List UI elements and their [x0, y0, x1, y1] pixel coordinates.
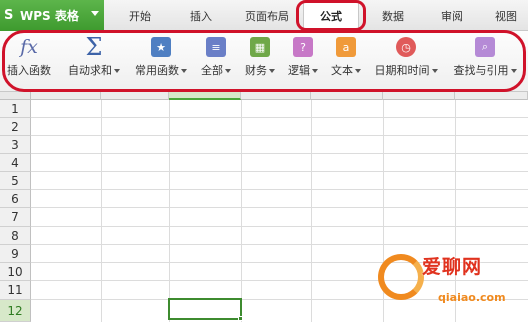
chevron-down-icon	[355, 69, 361, 73]
chevron-down-icon	[114, 69, 120, 73]
column-header-selected[interactable]	[169, 92, 241, 100]
fill-handle[interactable]	[238, 316, 243, 321]
all-functions-label: 全部	[201, 64, 223, 77]
common-functions-label: 常用函数	[135, 64, 179, 77]
row-header[interactable]: 9	[0, 245, 31, 263]
financial-functions-button[interactable]: ▦ 财务	[240, 31, 280, 87]
row-header-selected[interactable]: 12	[0, 300, 31, 322]
tab-formulas[interactable]: 公式	[303, 0, 359, 32]
column-header[interactable]	[241, 92, 311, 100]
lookup-label: 查找与引用	[453, 64, 509, 77]
star-book-icon: ★	[151, 37, 171, 57]
watermark-site-name: 爱聊网	[422, 256, 483, 278]
sigma-icon: Σ	[85, 33, 103, 61]
app-menu-dropdown-icon	[91, 11, 99, 16]
column-header-bar	[31, 92, 528, 100]
chevron-down-icon	[181, 69, 187, 73]
row-header[interactable]: 11	[0, 281, 31, 300]
watermark-url: qiaiao.com	[438, 291, 506, 304]
question-book-icon: ?	[293, 37, 313, 57]
chevron-down-icon	[431, 69, 438, 73]
column-header[interactable]	[101, 92, 169, 100]
formulas-ribbon: fx 插入函数 Σ 自动求和 ★ 常用函数 ≡ 全部 ▦ 财务 ? 逻辑 a 文…	[0, 31, 528, 92]
text-label: 文本	[331, 64, 353, 77]
magnifier-book-icon: ⌕	[475, 37, 495, 57]
app-menu-button[interactable]: S WPS 表格	[0, 0, 104, 31]
app-menu-label: WPS 表格	[20, 9, 79, 23]
wps-logo-icon: S	[4, 7, 14, 23]
tab-insert[interactable]: 插入	[174, 0, 228, 31]
tab-formulas-label: 公式	[320, 10, 342, 23]
tab-insert-label: 插入	[190, 9, 212, 23]
lookup-functions-button[interactable]: ⌕ 查找与引用	[448, 31, 522, 87]
tab-home-label: 开始	[129, 9, 151, 23]
column-header[interactable]	[311, 92, 383, 100]
row-header[interactable]: 8	[0, 227, 31, 245]
watermark-logo-icon	[378, 254, 424, 300]
chevron-down-icon	[312, 69, 318, 73]
site-watermark: 爱聊网 qiaiao.com	[372, 244, 528, 322]
spreadsheet-window: S WPS 表格 开始 插入 页面布局 公式 数据 审阅 视图 fx 插入函数 …	[0, 0, 528, 322]
tab-page-layout-label: 页面布局	[245, 9, 289, 23]
tab-data[interactable]: 数据	[368, 0, 418, 31]
tab-review[interactable]: 审阅	[428, 0, 476, 31]
datetime-functions-button[interactable]: ◷ 日期和时间	[370, 31, 442, 87]
tab-view-label: 视图	[495, 9, 517, 23]
tab-view[interactable]: 视图	[484, 0, 528, 31]
text-book-icon: a	[336, 37, 356, 57]
row-header[interactable]: 2	[0, 118, 31, 136]
row-header[interactable]: 5	[0, 172, 31, 190]
financial-label: 财务	[245, 64, 267, 77]
row-header[interactable]: 1	[0, 100, 31, 118]
row-header[interactable]: 3	[0, 136, 31, 154]
autosum-button[interactable]: Σ 自动求和	[62, 31, 126, 87]
all-functions-button[interactable]: ≡ 全部	[196, 31, 236, 87]
book-icon: ≡	[206, 37, 226, 57]
row-header[interactable]: 7	[0, 208, 31, 227]
chevron-down-icon	[269, 69, 275, 73]
chevron-down-icon	[225, 69, 231, 73]
menu-tab-bar: S WPS 表格 开始 插入 页面布局 公式 数据 审阅 视图	[0, 0, 528, 32]
datetime-label: 日期和时间	[374, 64, 430, 77]
tab-home[interactable]: 开始	[112, 0, 168, 31]
clock-book-icon: ◷	[396, 37, 416, 57]
row-header[interactable]: 4	[0, 154, 31, 172]
column-header[interactable]	[455, 92, 528, 100]
text-functions-button[interactable]: a 文本	[326, 31, 366, 87]
chevron-down-icon	[510, 69, 517, 73]
select-all-corner[interactable]	[0, 92, 31, 100]
column-header[interactable]	[31, 92, 101, 100]
function-fx-icon: fx	[20, 36, 38, 58]
column-header[interactable]	[383, 92, 455, 100]
insert-function-label: 插入函数	[7, 64, 51, 77]
logical-functions-button[interactable]: ? 逻辑	[282, 31, 324, 87]
finance-book-icon: ▦	[250, 37, 270, 57]
autosum-label: 自动求和	[68, 64, 112, 77]
tab-data-label: 数据	[382, 9, 404, 23]
row-header[interactable]: 10	[0, 263, 31, 281]
tab-page-layout[interactable]: 页面布局	[232, 0, 302, 31]
common-functions-button[interactable]: ★ 常用函数	[130, 31, 192, 87]
row-header[interactable]: 6	[0, 190, 31, 208]
selected-cell[interactable]	[168, 298, 242, 320]
logical-label: 逻辑	[288, 64, 310, 77]
tab-review-label: 审阅	[441, 9, 463, 23]
insert-function-button[interactable]: fx 插入函数	[2, 31, 56, 87]
